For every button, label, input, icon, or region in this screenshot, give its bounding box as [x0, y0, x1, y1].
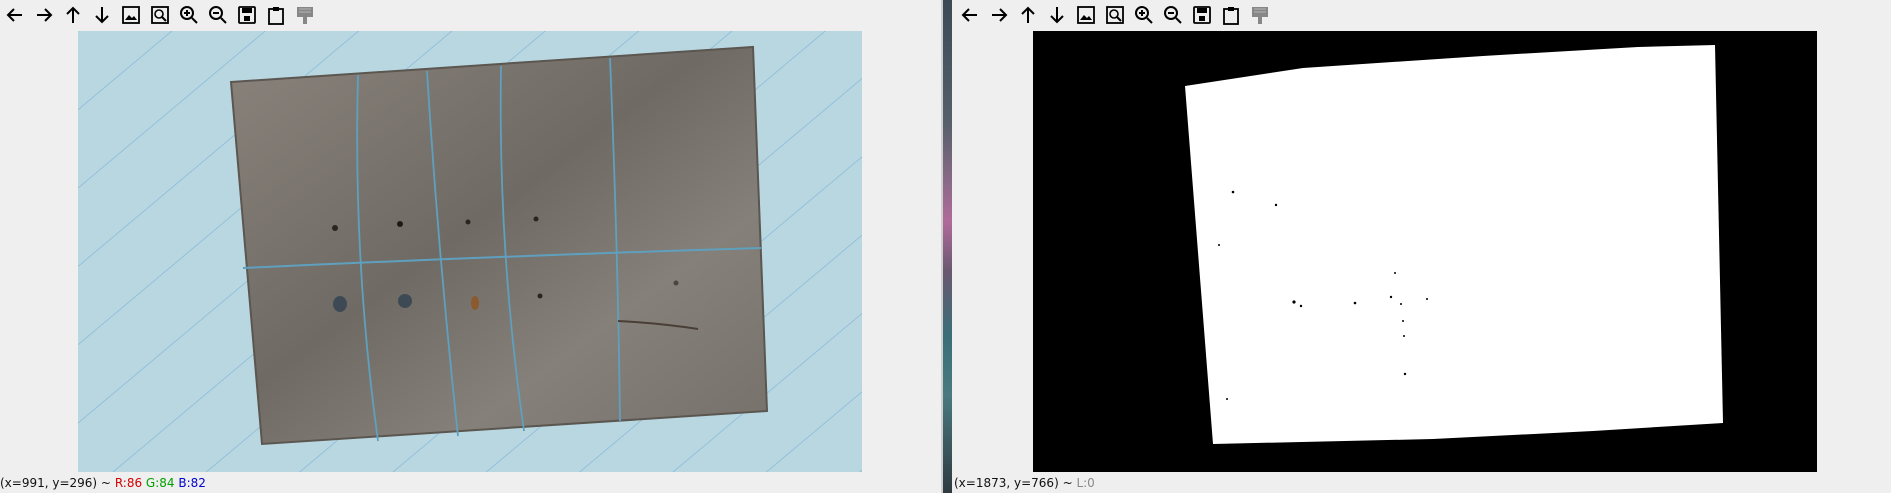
cursor-coordinates: (x=1873, y=766) ~ [954, 476, 1073, 490]
arrow-right-icon [992, 8, 1008, 22]
left-image-window: (x=991, y=296) ~ R:86 G:84 B:82 [0, 0, 941, 493]
luminance-value: L:0 [1076, 476, 1095, 490]
picture-icon [1077, 6, 1095, 24]
pan-up-button[interactable] [1016, 2, 1040, 28]
save-icon [1193, 6, 1211, 24]
zoom-region-button[interactable] [1103, 2, 1127, 28]
copy-button[interactable] [264, 2, 288, 28]
arrow-down-icon [95, 7, 109, 24]
status-bar: (x=1873, y=766) ~ L:0 [954, 474, 1095, 493]
zoom-out-button[interactable] [1161, 2, 1185, 28]
toolbar [955, 2, 1272, 28]
zoom-fit-button[interactable] [1074, 2, 1098, 28]
arrow-up-icon [66, 6, 80, 23]
pan-down-button[interactable] [90, 2, 114, 28]
red-channel-value: R:86 [114, 476, 143, 490]
picture-icon [122, 6, 140, 24]
save-button[interactable] [235, 2, 259, 28]
desktop-background-strip [941, 0, 952, 493]
properties-button[interactable] [1248, 2, 1272, 28]
zoom-region-icon [1106, 6, 1124, 24]
pan-down-button[interactable] [1045, 2, 1069, 28]
zoom-out-button[interactable] [206, 2, 230, 28]
arrow-up-icon [1021, 6, 1035, 23]
save-icon [238, 6, 256, 24]
clipboard-icon [1223, 7, 1239, 25]
green-channel-value: G:84 [145, 476, 175, 490]
properties-button[interactable] [293, 2, 317, 28]
zoom-region-button[interactable] [148, 2, 172, 28]
zoom-region-icon [151, 6, 169, 24]
properties-icon [297, 7, 313, 24]
zoom-out-icon [1164, 6, 1182, 24]
pan-left-button[interactable] [3, 2, 27, 28]
properties-icon [1252, 7, 1268, 24]
status-bar: (x=991, y=296) ~ R:86 G:84 B:82 [0, 474, 206, 493]
right-image-window: (x=1873, y=766) ~ L:0 [952, 0, 1891, 493]
zoom-in-icon [180, 6, 198, 24]
pan-left-button[interactable] [958, 2, 982, 28]
blue-channel-value: B:82 [178, 476, 206, 490]
binary-mask-image [1033, 31, 1817, 472]
image-display[interactable] [78, 31, 862, 472]
pan-right-button[interactable] [987, 2, 1011, 28]
toolbar [0, 2, 317, 28]
pan-up-button[interactable] [61, 2, 85, 28]
save-button[interactable] [1190, 2, 1214, 28]
arrow-left-icon [961, 8, 977, 22]
arrow-down-icon [1050, 7, 1064, 24]
copy-button[interactable] [1219, 2, 1243, 28]
zoom-out-icon [209, 6, 227, 24]
pan-right-button[interactable] [32, 2, 56, 28]
arrow-left-icon [6, 8, 22, 22]
arrow-right-icon [37, 8, 53, 22]
zoom-in-icon [1135, 6, 1153, 24]
clipboard-icon [268, 7, 284, 25]
zoom-fit-button[interactable] [119, 2, 143, 28]
zoom-in-button[interactable] [177, 2, 201, 28]
cursor-coordinates: (x=991, y=296) ~ [0, 476, 111, 490]
zoom-in-button[interactable] [1132, 2, 1156, 28]
image-display[interactable] [1033, 31, 1817, 472]
metal-plate-photo [78, 31, 862, 472]
